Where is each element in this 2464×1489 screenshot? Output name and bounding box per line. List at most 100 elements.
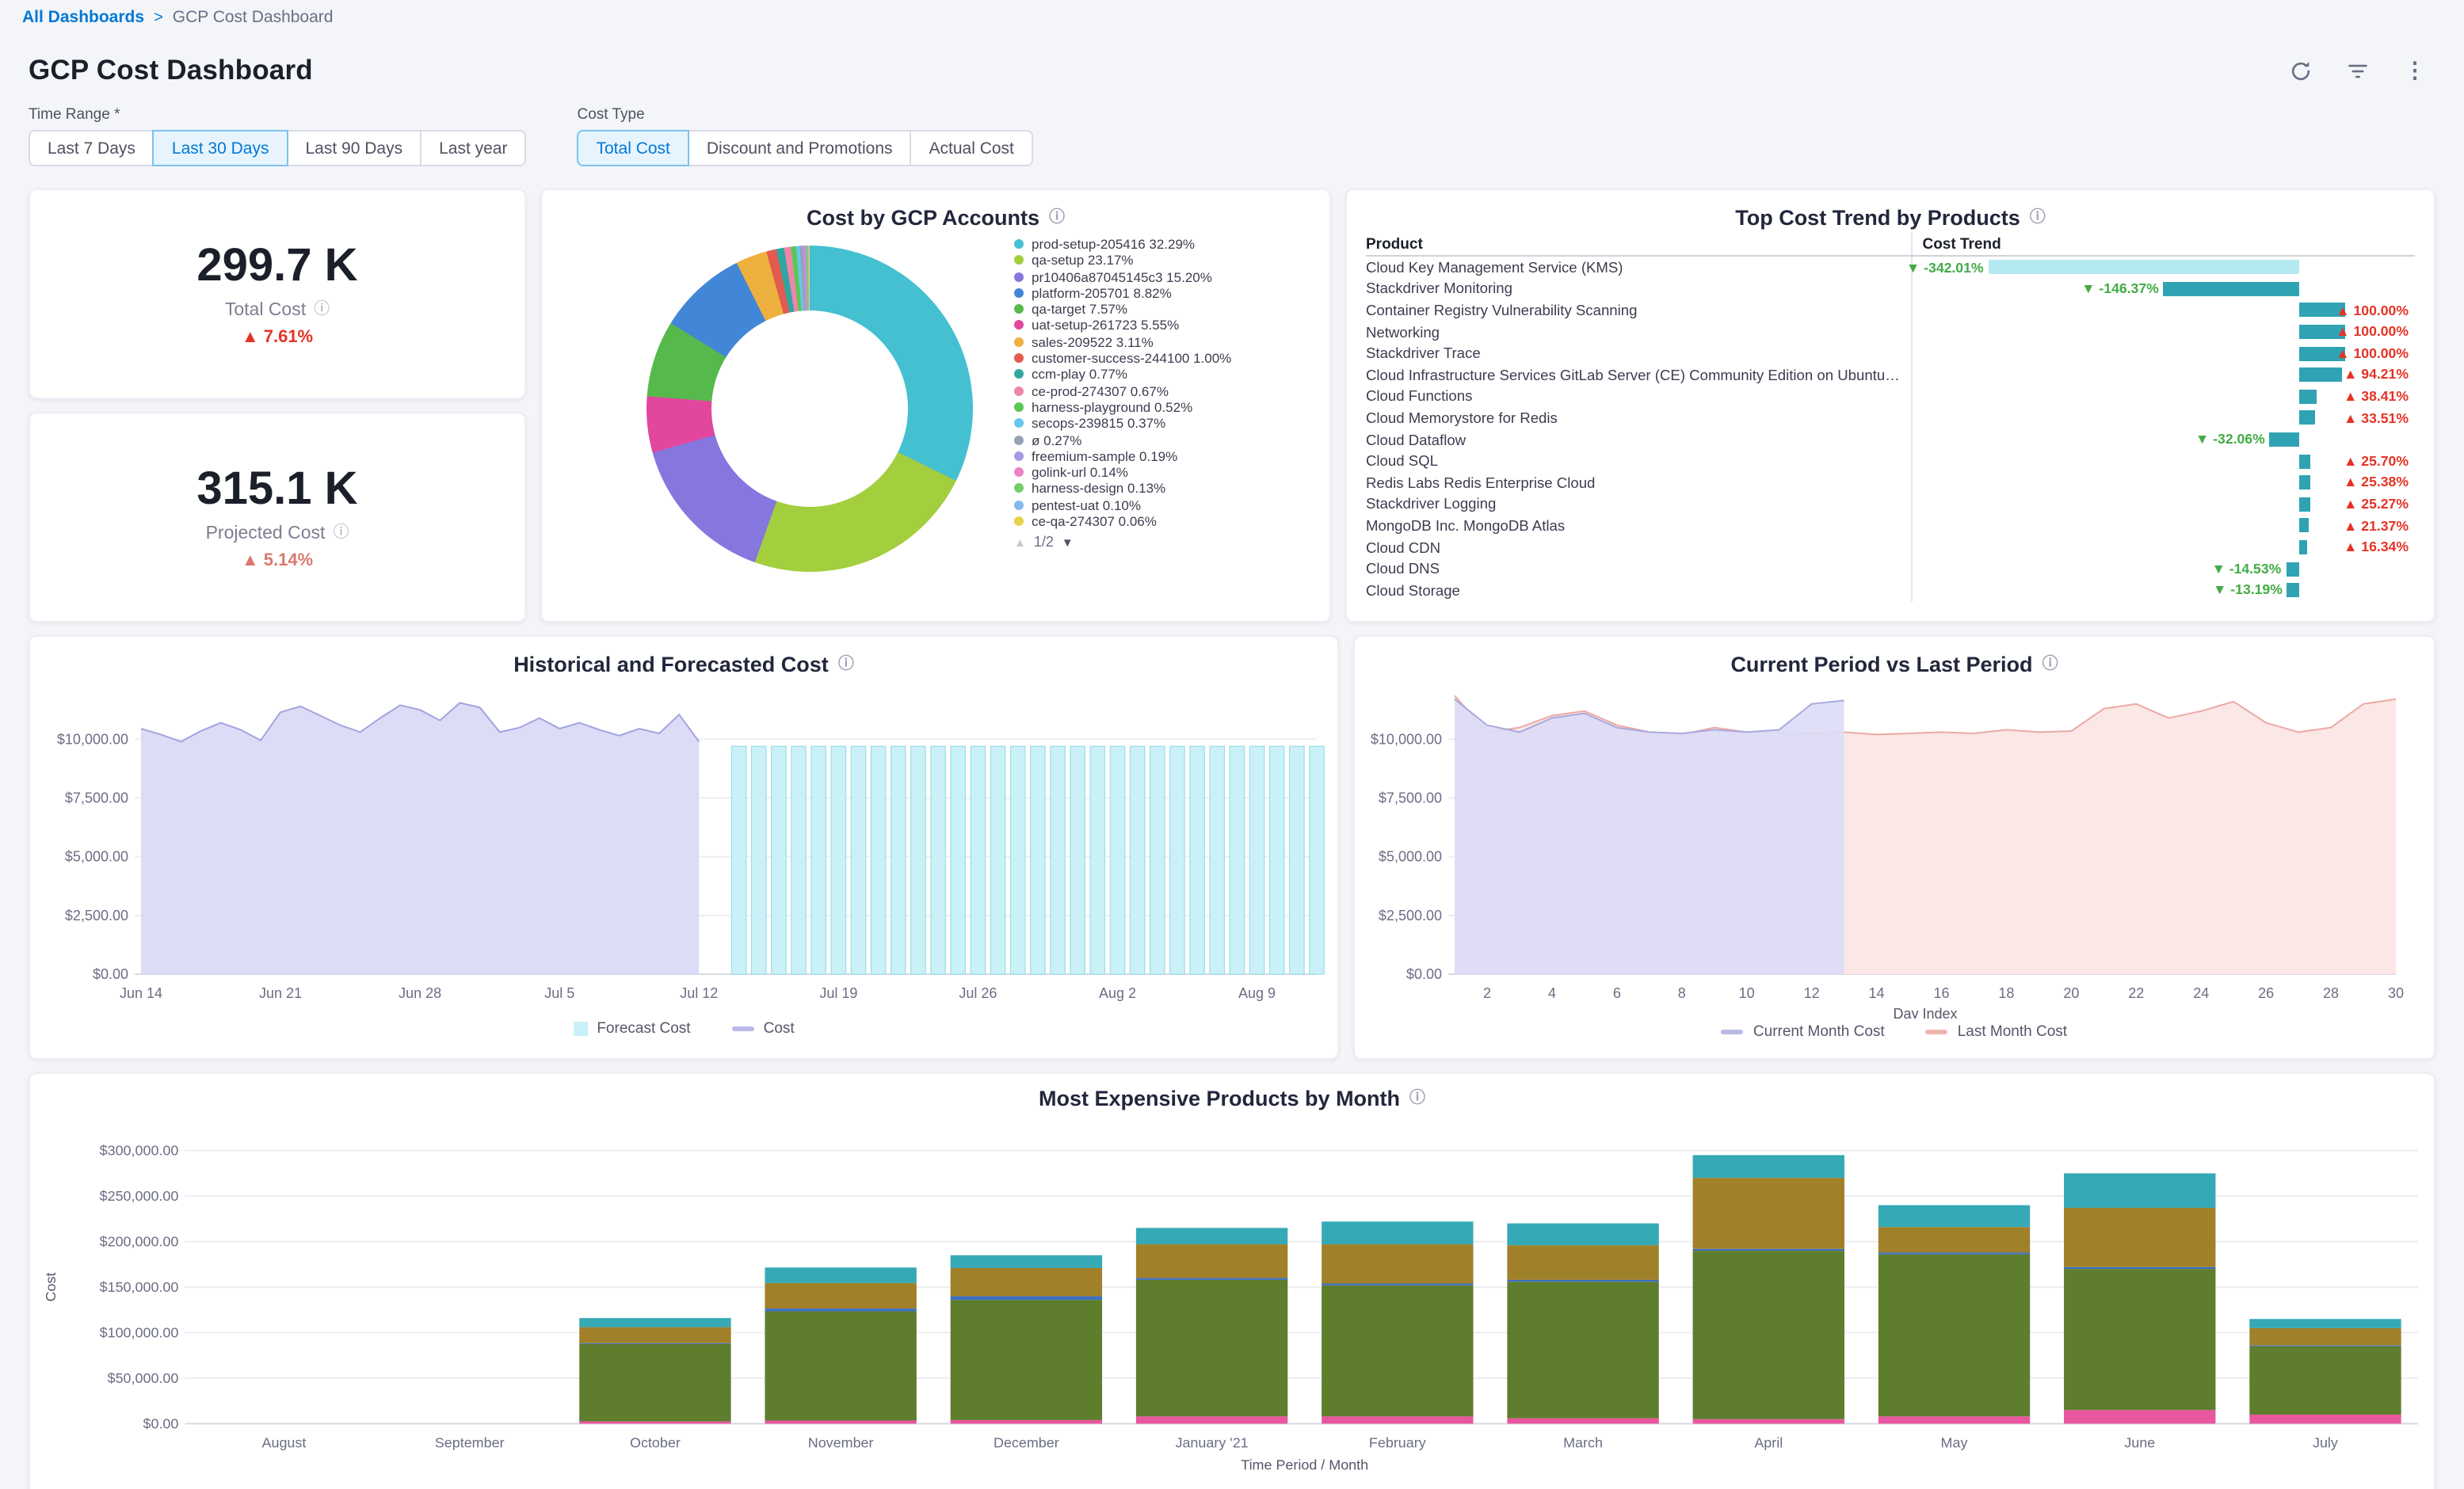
trend-bar [2299,540,2306,554]
info-icon[interactable]: ⓘ [2043,657,2058,672]
donut-legend-label: customer-success-244100 1.00% [1032,350,1231,367]
refresh-icon[interactable] [2290,59,2312,82]
legend-dot-icon [1014,386,1024,395]
donut-legend-item[interactable]: golink-url 0.14% [1014,464,1310,481]
donut-legend-item[interactable]: sales-209522 3.11% [1014,334,1310,351]
time-range-filter: Time Range * Last 7 DaysLast 30 DaysLast… [29,106,527,166]
cost-type-option-total-cost[interactable]: Total Cost [578,130,689,166]
donut-legend-item[interactable]: pentest-uat 0.10% [1014,497,1310,514]
svg-text:$300,000.00: $300,000.00 [100,1143,179,1159]
row-1: 299.7 K Total Cost ⓘ ▲ 7.61% 315.1 K Pro… [29,189,2435,623]
gcp-cost-dashboard-page: All Dashboards > GCP Cost Dashboard GCP … [0,0,2464,1489]
trend-table-header: Product Cost Trend [1366,233,2415,257]
svg-text:$10,000.00: $10,000.00 [57,731,128,747]
trend-bar [2299,519,2309,533]
svg-text:March: March [1563,1434,1603,1450]
cost-trend-cell: ▲ 25.27% [1911,493,2415,515]
legend-page-up-icon[interactable]: ▲ [1014,535,1026,550]
historical-legend-item[interactable]: Cost [732,1020,795,1038]
historical-legend-item[interactable]: Forecast Cost [573,1020,690,1038]
period-legend-item[interactable]: Last Month Cost [1926,1023,2067,1041]
svg-text:6: 6 [1612,985,1620,1001]
projected-cost-label: Projected Cost [206,524,326,543]
donut-legend-label: qa-target 7.57% [1032,301,1127,318]
donut-legend-item[interactable]: harness-design 0.13% [1014,481,1310,497]
cost-trend-cell: ▼ -146.37% [1911,278,2415,299]
donut-legend-item[interactable]: uat-setup-261723 5.55% [1014,318,1310,334]
historical-forecast-chart: $0.00$2,500.00$5,000.00$7,500.00$10,000.… [40,676,1336,1015]
table-row[interactable]: Container Registry Vulnerability Scannin… [1366,299,2415,321]
legend-dot-icon [1014,484,1024,493]
filter-icon[interactable] [2347,59,2369,82]
donut-legend-item[interactable]: pr10406a87045145c3 15.20% [1014,268,1310,285]
donut-legend-item[interactable]: qa-target 7.57% [1014,301,1310,318]
donut-legend-item[interactable]: customer-success-244100 1.00% [1014,350,1310,367]
donut-legend-item[interactable]: ccm-play 0.77% [1014,367,1310,383]
breadcrumb-all-dashboards[interactable]: All Dashboards [22,8,144,27]
table-row[interactable]: Cloud Key Management Service (KMS)▼ -342… [1366,257,2415,278]
gcp-accounts-donut-chart[interactable] [647,246,973,572]
cost-type-option-discount-and-promotions[interactable]: Discount and Promotions [688,130,912,166]
donut-legend-item[interactable]: harness-playground 0.52% [1014,399,1310,416]
table-row[interactable]: Stackdriver Monitoring▼ -146.37% [1366,278,2415,299]
info-icon[interactable]: ⓘ [333,526,349,542]
svg-text:10: 10 [1738,985,1754,1001]
table-row[interactable]: Cloud Dataflow▼ -32.06% [1366,429,2415,451]
table-row[interactable]: Cloud SQL▲ 25.70% [1366,451,2415,472]
table-row[interactable]: Stackdriver Logging▲ 25.27% [1366,493,2415,515]
info-icon[interactable]: ⓘ [1049,210,1065,226]
table-row[interactable]: MongoDB Inc. MongoDB Atlas▲ 21.37% [1366,515,2415,536]
info-icon[interactable]: ⓘ [314,303,330,318]
time-range-option-last-7-days[interactable]: Last 7 Days [29,130,154,166]
period-legend-label: Last Month Cost [1958,1023,2067,1041]
product-name: Cloud DNS [1366,561,1911,577]
svg-text:Aug 9: Aug 9 [1238,985,1276,1001]
monthly-products-chart: $0.00$50,000.00$100,000.00$150,000.00$20… [33,1110,2434,1489]
time-range-option-last-year[interactable]: Last year [420,130,526,166]
donut-legend-item[interactable]: prod-setup-205416 32.29% [1014,236,1310,253]
donut-legend: prod-setup-205416 32.29%qa-setup 23.17%p… [1014,236,1310,530]
donut-legend-item[interactable]: qa-setup 23.17% [1014,253,1310,269]
svg-text:Jun 28: Jun 28 [399,985,441,1001]
time-range-option-last-30-days[interactable]: Last 30 Days [153,130,288,166]
table-row[interactable]: Redis Labs Redis Enterprise Cloud▲ 25.38… [1366,472,2415,493]
cost-type-option-actual-cost[interactable]: Actual Cost [910,130,1033,166]
svg-text:30: 30 [2387,985,2403,1001]
svg-text:$10,000.00: $10,000.00 [1370,731,1441,747]
donut-legend-item[interactable]: secops-239815 0.37% [1014,416,1310,432]
svg-text:14: 14 [1868,985,1884,1001]
donut-legend-item[interactable]: platform-205701 8.82% [1014,285,1310,302]
table-row[interactable]: Stackdriver Trace▲ 100.00% [1366,343,2415,364]
svg-text:October: October [630,1434,681,1450]
table-row[interactable]: Cloud CDN▲ 16.34% [1366,536,2415,558]
donut-legend-item[interactable]: ce-qa-274307 0.06% [1014,513,1310,530]
svg-text:$100,000.00: $100,000.00 [100,1325,179,1341]
donut-legend-item[interactable]: ø 0.27% [1014,432,1310,448]
table-row[interactable]: Cloud DNS▼ -14.53% [1366,558,2415,580]
svg-text:Jul 5: Jul 5 [544,985,574,1001]
table-row[interactable]: Networking▲ 100.00% [1366,322,2415,343]
table-row[interactable]: Cloud Functions▲ 38.41% [1366,386,2415,407]
donut-legend-item[interactable]: ce-prod-274307 0.67% [1014,383,1310,399]
cost-trend-cell: ▲ 25.70% [1911,451,2415,472]
table-row[interactable]: Cloud Infrastructure Services GitLab Ser… [1366,364,2415,386]
accounts-card-title: Cost by GCP Accounts [807,206,1039,230]
trend-value: ▲ 25.70% [2344,453,2409,469]
donut-legend-label: pentest-uat 0.10% [1032,497,1141,514]
legend-page-indicator: 1/2 [1034,535,1054,550]
svg-text:2: 2 [1482,985,1490,1001]
donut-legend-item[interactable]: freemium-sample 0.19% [1014,448,1310,465]
info-icon[interactable]: ⓘ [2030,210,2046,226]
info-icon[interactable]: ⓘ [1409,1091,1425,1106]
time-range-option-last-90-days[interactable]: Last 90 Days [287,130,422,166]
legend-page-down-icon[interactable]: ▼ [1062,535,1074,550]
breadcrumb: All Dashboards > GCP Cost Dashboard [0,0,2464,35]
accounts-card-title-row: Cost by GCP Accounts ⓘ [561,206,1310,230]
period-legend-item[interactable]: Current Month Cost [1722,1023,1885,1041]
projected-cost-card: 315.1 K Projected Cost ⓘ ▲ 5.14% [29,412,526,623]
table-row[interactable]: Cloud Storage▼ -13.19% [1366,580,2415,601]
product-name: Cloud Infrastructure Services GitLab Ser… [1366,367,1911,383]
table-row[interactable]: Cloud Memorystore for Redis▲ 33.51% [1366,407,2415,428]
info-icon[interactable]: ⓘ [838,657,854,672]
kebab-menu-icon[interactable]: ⋮ [2404,57,2426,84]
